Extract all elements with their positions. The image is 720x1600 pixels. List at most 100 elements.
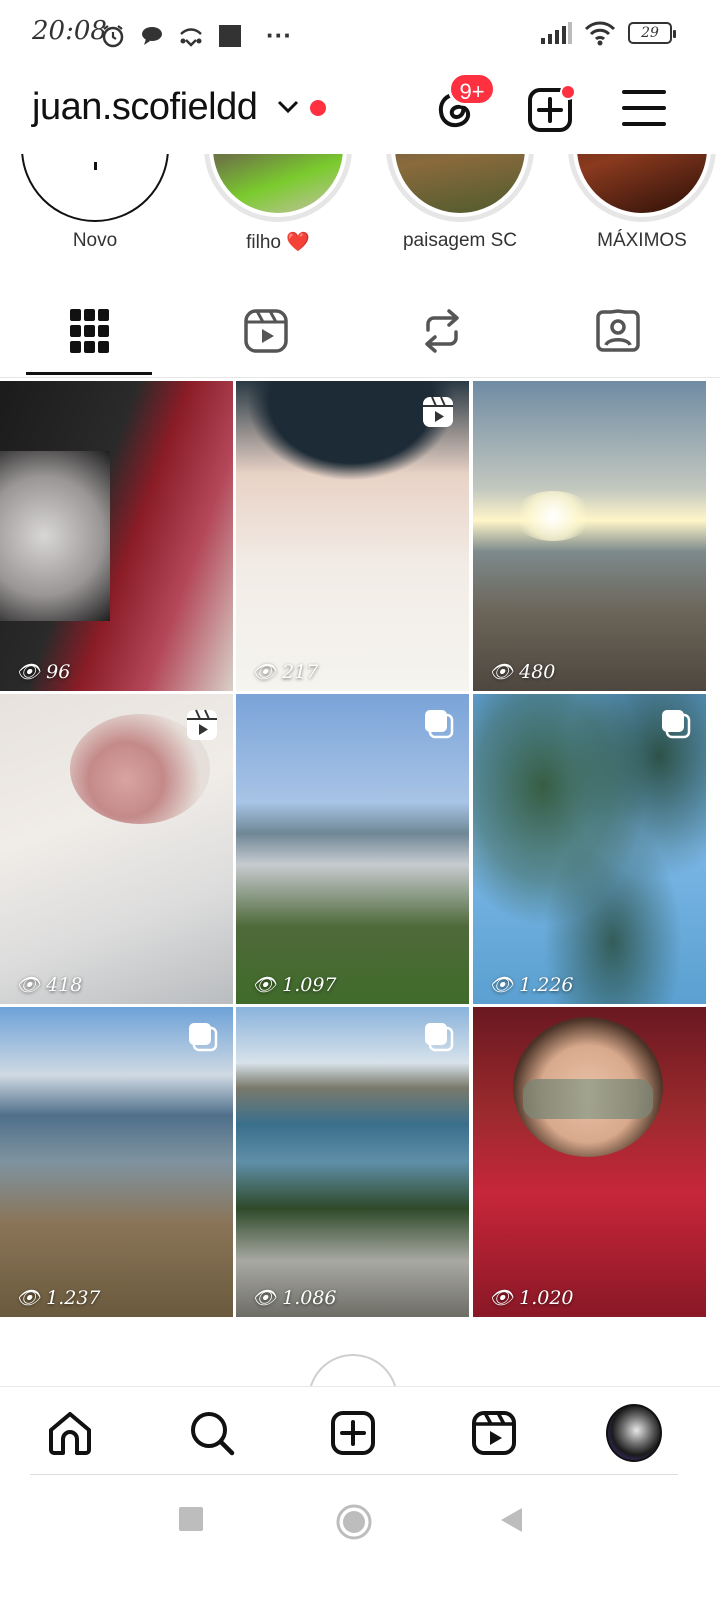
eye-icon: 👁 — [252, 974, 277, 996]
circle-icon — [336, 1504, 372, 1540]
highlight-cover — [386, 154, 534, 222]
tab-reels[interactable] — [176, 286, 356, 376]
highlight-cover — [568, 154, 716, 222]
nav-reels[interactable] — [466, 1405, 522, 1461]
tab-tagged[interactable] — [528, 286, 708, 376]
profile-tabs — [0, 286, 720, 378]
more-notifications-icon: ··· — [266, 20, 292, 50]
eye-icon: 👁 — [16, 974, 41, 996]
post-views: 👁 217 — [252, 660, 319, 684]
view-count: 1.097 — [282, 973, 337, 996]
carousel-icon — [662, 710, 691, 739]
chat-bubble-icon — [142, 26, 162, 45]
reel-icon — [187, 709, 217, 740]
new-highlight-circle — [21, 154, 169, 222]
carousel-icon — [189, 1023, 218, 1052]
view-count: 418 — [46, 973, 83, 996]
highlight-label: paisagem SC — [402, 230, 518, 251]
view-count: 1.237 — [46, 1286, 101, 1309]
threads-badge: 9+ — [448, 72, 496, 106]
back-button[interactable] — [498, 1506, 524, 1539]
post-tile[interactable]: 👁 1.020 — [473, 1007, 706, 1317]
post-views: 👁 1.086 — [252, 1286, 337, 1310]
post-image-detail — [0, 451, 110, 621]
nav-home[interactable] — [42, 1405, 98, 1461]
square-icon — [179, 1507, 203, 1531]
tagged-person-icon — [596, 309, 640, 352]
post-views: 👁 1.097 — [252, 973, 337, 997]
highlight-label: filho ❤️ — [246, 232, 310, 253]
post-tile[interactable]: 👁 1.226 — [473, 694, 706, 1004]
create-notification-dot — [560, 84, 576, 100]
nav-divider — [30, 1474, 678, 1475]
view-count: 480 — [519, 660, 556, 683]
post-tile[interactable]: 👁 1.097 — [236, 694, 469, 1004]
battery-level: 29 — [641, 25, 659, 41]
account-notification-dot — [310, 100, 326, 116]
post-tile[interactable]: 👁 96 — [0, 381, 233, 691]
post-tile[interactable]: 👁 1.237 — [0, 1007, 233, 1317]
story-highlights: Novo filho ❤️ paisagem SC MÁXIMOS — [0, 154, 720, 264]
post-tile[interactable]: 👁 217 — [236, 381, 469, 691]
tab-reposts[interactable] — [352, 286, 532, 376]
eye-icon: 👁 — [252, 661, 277, 683]
eye-icon: 👁 — [489, 661, 514, 683]
create-icon — [331, 1411, 375, 1455]
post-views: 👁 1.237 — [16, 1286, 101, 1310]
eye-icon: 👁 — [489, 1287, 514, 1309]
view-count: 1.226 — [519, 973, 574, 996]
post-tile[interactable]: 👁 418 — [0, 694, 233, 1004]
menu-button[interactable] — [622, 88, 666, 128]
view-count: 1.020 — [519, 1286, 574, 1309]
eye-icon: 👁 — [489, 974, 514, 996]
wifi-icon — [584, 21, 616, 46]
username[interactable]: juan.scofieldd — [32, 86, 258, 129]
profile-avatar — [606, 1404, 662, 1462]
plus-icon — [94, 162, 97, 170]
nav-profile[interactable] — [606, 1404, 662, 1462]
home-icon — [49, 1412, 91, 1455]
reels-icon — [244, 309, 288, 353]
alarm-icon — [102, 24, 124, 47]
tab-grid[interactable] — [0, 286, 180, 376]
nav-search[interactable] — [184, 1405, 240, 1461]
post-image-detail — [473, 694, 706, 1004]
profile-header: juan.scofieldd 9+ — [0, 64, 720, 154]
post-views: 👁 1.226 — [489, 973, 574, 997]
status-time: 20:08 — [32, 16, 107, 46]
view-count: 1.086 — [282, 1286, 337, 1309]
view-count: 96 — [46, 660, 71, 683]
post-tile[interactable]: 👁 480 — [473, 381, 706, 691]
post-image-detail — [513, 491, 593, 541]
eye-icon: 👁 — [16, 1287, 41, 1309]
hamburger-menu-icon — [622, 90, 666, 126]
signal-icon — [541, 22, 572, 44]
search-icon — [191, 1412, 235, 1456]
view-count: 217 — [282, 660, 319, 683]
post-views: 👁 480 — [489, 660, 556, 684]
highlight-cover — [204, 154, 352, 222]
post-views: 👁 418 — [16, 973, 83, 997]
chevron-down-icon[interactable] — [276, 98, 300, 116]
recents-button[interactable] — [178, 1506, 204, 1537]
post-image-detail — [523, 1079, 653, 1119]
bottom-navigation — [0, 1386, 720, 1476]
highlight-label: MÁXIMOS — [597, 230, 687, 251]
status-system-icons: 29 — [540, 20, 676, 46]
active-tab-indicator — [26, 372, 152, 375]
triangle-back-icon — [501, 1508, 522, 1532]
carousel-icon — [425, 710, 454, 739]
nav-create[interactable] — [325, 1405, 381, 1461]
post-views: 👁 1.020 — [489, 1286, 574, 1310]
missed-call-icon — [180, 27, 202, 47]
eye-icon: 👁 — [16, 661, 41, 683]
system-navigation — [0, 1476, 720, 1600]
app-notification-icon — [219, 24, 241, 47]
post-views: 👁 96 — [16, 660, 71, 684]
post-tile[interactable]: 👁 1.086 — [236, 1007, 469, 1317]
reel-icon — [423, 396, 453, 427]
battery-indicator: 29 — [628, 22, 676, 44]
highlight-label: Novo — [72, 230, 118, 251]
status-notification-icons: ··· — [100, 20, 292, 51]
home-button[interactable] — [336, 1504, 372, 1545]
